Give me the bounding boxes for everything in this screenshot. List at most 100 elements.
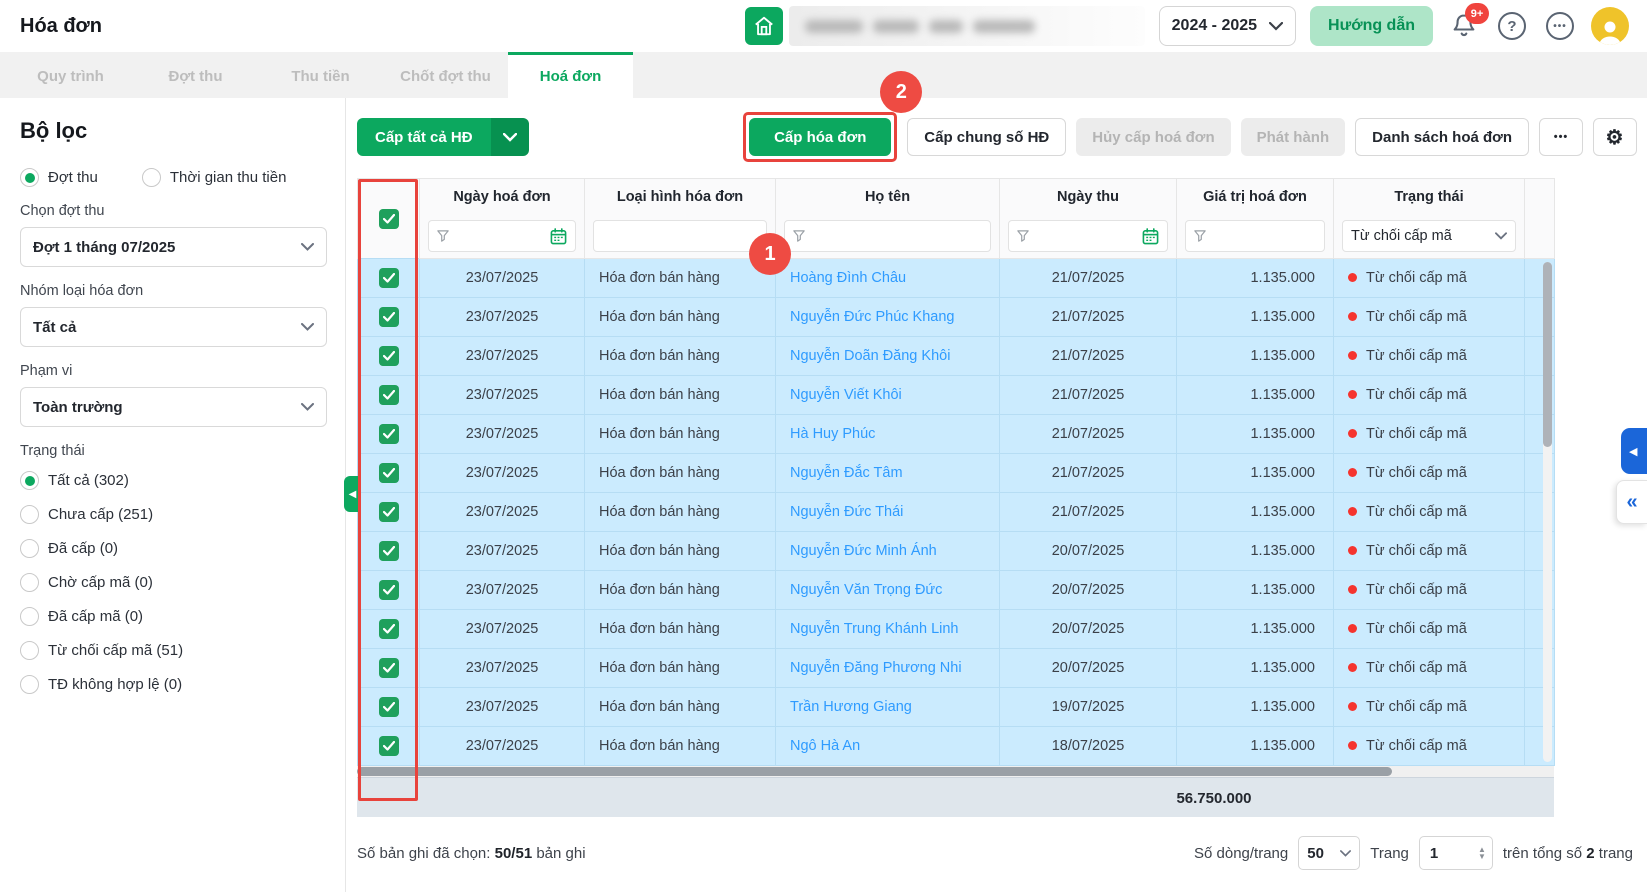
- table-row[interactable]: 23/07/2025 Hóa đơn bán hàng Nguyễn Đức P…: [358, 298, 1555, 337]
- amount-filter[interactable]: [1185, 220, 1325, 252]
- invoice-date-filter[interactable]: [428, 220, 576, 252]
- radio-label: Chưa cấp (251): [48, 506, 153, 523]
- status-radio[interactable]: Từ chối cấp mã (51): [20, 641, 327, 660]
- status-cell: Từ chối cấp mã: [1334, 493, 1525, 532]
- type-filter[interactable]: [593, 220, 767, 252]
- student-name-link[interactable]: Nguyễn Đắc Tâm: [790, 465, 903, 481]
- student-name-link[interactable]: Hoàng Đình Châu: [790, 270, 906, 286]
- tab-active[interactable]: Hoá đơn: [508, 52, 633, 98]
- invoice-list-button[interactable]: Danh sách hoá đơn: [1355, 118, 1529, 156]
- row-checkbox[interactable]: [379, 502, 399, 522]
- status-radio[interactable]: Tất cả (302): [20, 471, 327, 490]
- row-checkbox[interactable]: [379, 346, 399, 366]
- status-radio[interactable]: TĐ không hợp lệ (0): [20, 675, 327, 694]
- settings-button[interactable]: ⚙: [1593, 118, 1637, 156]
- avatar[interactable]: [1591, 7, 1629, 45]
- table-row[interactable]: 23/07/2025 Hóa đơn bán hàng Trần Hương G…: [358, 688, 1555, 727]
- tab-label: Quy trình: [37, 68, 104, 85]
- sidebar-collapse-handle[interactable]: ◀: [344, 476, 361, 512]
- table-row[interactable]: 23/07/2025 Hóa đơn bán hàng Ngô Hà An 18…: [358, 727, 1555, 766]
- tab-item[interactable]: Đợt thu: [133, 52, 258, 98]
- issue-common-number-button[interactable]: Cấp chung số HĐ: [907, 118, 1066, 156]
- expand-panel-button[interactable]: «: [1616, 480, 1647, 524]
- vertical-scrollbar[interactable]: [1543, 262, 1552, 762]
- row-checkbox[interactable]: [379, 697, 399, 717]
- table-row[interactable]: 23/07/2025 Hóa đơn bán hàng Nguyễn Đắc T…: [358, 454, 1555, 493]
- page-spinner[interactable]: ▲ ▼: [1478, 846, 1486, 860]
- notifications-button[interactable]: 9+: [1447, 9, 1481, 43]
- collect-date-filter[interactable]: [1008, 220, 1168, 252]
- row-checkbox[interactable]: [379, 463, 399, 483]
- rows-per-page-select[interactable]: 50: [1298, 836, 1360, 870]
- student-name-link[interactable]: Nguyễn Đức Phúc Khang: [790, 309, 954, 325]
- student-name-link[interactable]: Nguyễn Đức Minh Ánh: [790, 543, 937, 559]
- table-row[interactable]: 23/07/2025 Hóa đơn bán hàng Hà Huy Phúc …: [358, 415, 1555, 454]
- status-radio[interactable]: Chưa cấp (251): [20, 505, 327, 524]
- check-icon: [383, 312, 395, 322]
- help-button[interactable]: ?: [1495, 9, 1529, 43]
- guide-button[interactable]: Hướng dẫn: [1310, 6, 1433, 46]
- filter-select[interactable]: Đợt 1 tháng 07/2025: [20, 227, 327, 267]
- status-radio[interactable]: Đã cấp mã (0): [20, 607, 327, 626]
- table-row[interactable]: 23/07/2025 Hóa đơn bán hàng Nguyễn Đức M…: [358, 532, 1555, 571]
- filter-select[interactable]: Tất cả: [20, 307, 327, 347]
- row-checkbox[interactable]: [379, 619, 399, 639]
- status-radio[interactable]: Chờ cấp mã (0): [20, 573, 327, 592]
- school-year-select[interactable]: 2024 - 2025: [1159, 6, 1296, 46]
- name-filter[interactable]: [784, 220, 991, 252]
- radio-option[interactable]: Thời gian thu tiền: [142, 168, 287, 187]
- student-name-link[interactable]: Nguyễn Đăng Phương Nhi: [790, 660, 962, 676]
- status-filter-select[interactable]: Từ chối cấp mã: [1342, 220, 1516, 252]
- right-panel-toggle-button[interactable]: ◀: [1621, 428, 1647, 474]
- tab-item[interactable]: Quy trình: [8, 52, 133, 98]
- issue-all-dropdown-button[interactable]: [491, 118, 529, 156]
- home-button[interactable]: [745, 7, 783, 45]
- col-header-invoice-date[interactable]: Ngày hoá đơn: [420, 179, 585, 215]
- student-name-link[interactable]: Nguyễn Đức Thái: [790, 504, 903, 520]
- status-radio[interactable]: Đã cấp (0): [20, 539, 327, 558]
- col-header-amount[interactable]: Giá trị hoá đơn: [1177, 179, 1334, 215]
- col-header-status[interactable]: Trạng thái: [1334, 179, 1525, 215]
- table-row[interactable]: 23/07/2025 Hóa đơn bán hàng Nguyễn Doãn …: [358, 337, 1555, 376]
- filter-select[interactable]: Toàn trường: [20, 387, 327, 427]
- more-button[interactable]: •••: [1543, 9, 1577, 43]
- col-header-name[interactable]: Họ tên: [776, 179, 1000, 215]
- row-checkbox[interactable]: [379, 580, 399, 600]
- tab-label: Hoá đơn: [540, 68, 602, 85]
- student-name-link[interactable]: Hà Huy Phúc: [790, 426, 875, 442]
- table-row[interactable]: 23/07/2025 Hóa đơn bán hàng Nguyễn Đăng …: [358, 649, 1555, 688]
- tab-item[interactable]: Thu tiền: [258, 52, 383, 98]
- row-checkbox[interactable]: [379, 385, 399, 405]
- student-name-link[interactable]: Trần Hương Giang: [790, 699, 912, 715]
- col-header-collect-date[interactable]: Ngày thu: [1000, 179, 1177, 215]
- student-name-link[interactable]: Ngô Hà An: [790, 738, 860, 754]
- page-number-input[interactable]: 1 ▲ ▼: [1419, 836, 1493, 870]
- home-icon: [753, 15, 775, 37]
- student-name-link[interactable]: Nguyễn Văn Trọng Đức: [790, 582, 942, 598]
- student-name-link[interactable]: Nguyễn Doãn Đăng Khôi: [790, 348, 950, 364]
- more-actions-button[interactable]: •••: [1539, 118, 1583, 156]
- table-row[interactable]: 23/07/2025 Hóa đơn bán hàng Hoàng Đình C…: [358, 259, 1555, 298]
- student-name-link[interactable]: Nguyễn Viết Khôi: [790, 387, 902, 403]
- row-checkbox[interactable]: [379, 541, 399, 561]
- select-all-checkbox[interactable]: [379, 209, 399, 229]
- table-row[interactable]: 23/07/2025 Hóa đơn bán hàng Nguyễn Đức T…: [358, 493, 1555, 532]
- issue-invoice-button[interactable]: Cấp hóa đơn: [749, 118, 891, 156]
- row-checkbox[interactable]: [379, 424, 399, 444]
- table-row[interactable]: 23/07/2025 Hóa đơn bán hàng Nguyễn Viết …: [358, 376, 1555, 415]
- horizontal-scrollbar[interactable]: [357, 766, 1554, 777]
- row-checkbox[interactable]: [379, 307, 399, 327]
- row-checkbox[interactable]: [379, 268, 399, 288]
- radio-dot-icon: [20, 641, 39, 660]
- radio-option[interactable]: Đợt thu: [20, 168, 98, 187]
- student-name-link[interactable]: Nguyễn Trung Khánh Linh: [790, 621, 959, 637]
- row-checkbox[interactable]: [379, 658, 399, 678]
- col-header-type[interactable]: Loại hình hóa đơn: [585, 179, 776, 215]
- status-dot-icon: [1348, 429, 1357, 438]
- table-row[interactable]: 23/07/2025 Hóa đơn bán hàng Nguyễn Văn T…: [358, 571, 1555, 610]
- tab-item[interactable]: Chốt đợt thu: [383, 52, 508, 98]
- table-row[interactable]: 23/07/2025 Hóa đơn bán hàng Nguyễn Trung…: [358, 610, 1555, 649]
- school-name-masked[interactable]: [789, 6, 1145, 46]
- issue-all-button[interactable]: Cấp tất cả HĐ: [357, 118, 491, 156]
- row-checkbox[interactable]: [379, 736, 399, 756]
